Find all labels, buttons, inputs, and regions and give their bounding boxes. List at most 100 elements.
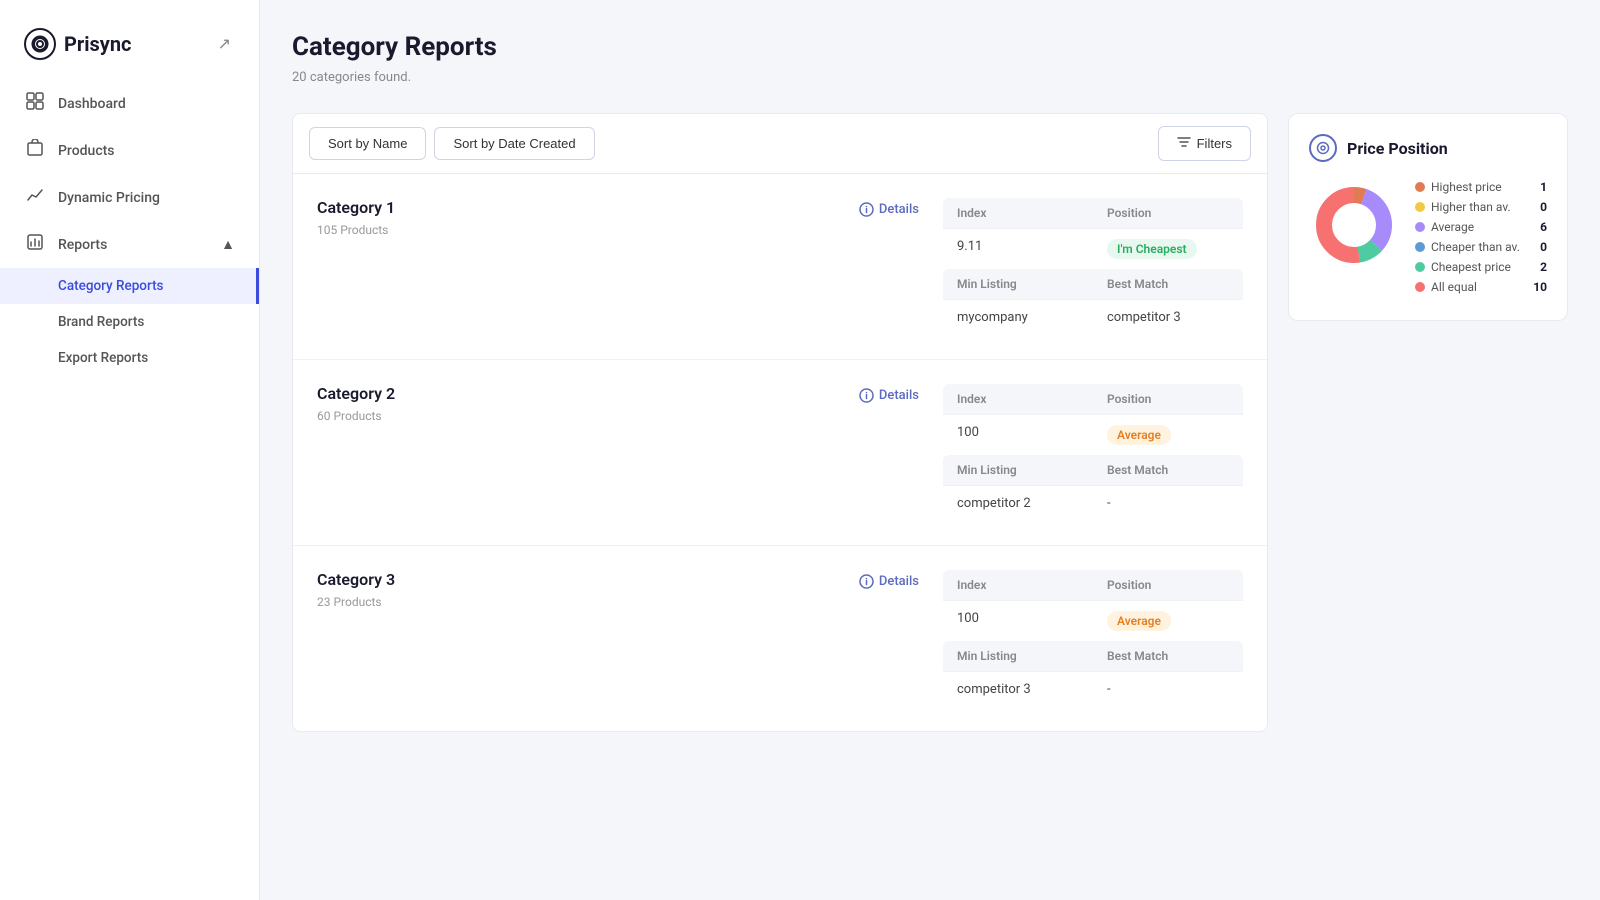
sidebar-item-category-reports-label: Category Reports [58, 278, 164, 294]
reports-sub-nav: Category Reports Brand Reports Export Re… [0, 268, 259, 376]
all-equal-value: 10 [1533, 280, 1547, 294]
cheapest-price-label: Cheapest price [1431, 260, 1511, 274]
category-1-position: I'm Cheapest [1093, 229, 1243, 269]
category-1-count: 105 Products [317, 223, 835, 237]
category-1-details-label: Details [879, 202, 919, 217]
category-3-table: Index Position 100 Average Min Listing [943, 570, 1243, 707]
index-header: Index [943, 198, 1093, 228]
cheaper-than-av-label: Cheaper than av. [1431, 240, 1520, 254]
products-icon [24, 139, 46, 162]
sidebar-item-export-reports[interactable]: Export Reports [0, 340, 259, 376]
min-listing-header: Min Listing [943, 269, 1093, 299]
categories-area: Category 1 105 Products Details Index Po… [292, 174, 1268, 732]
sidebar-item-export-reports-label: Export Reports [58, 350, 148, 366]
best-match-header-3: Best Match [1093, 641, 1243, 671]
category-3-name: Category 3 [317, 570, 835, 589]
min-listing-header-3: Min Listing [943, 641, 1093, 671]
highest-price-value: 1 [1540, 180, 1547, 194]
index-header-3: Index [943, 570, 1093, 600]
donut-chart [1309, 180, 1399, 270]
position-header-2: Position [1093, 384, 1243, 414]
filter-icon [1177, 135, 1191, 152]
category-1-min-listing: mycompany [943, 300, 1093, 335]
sidebar-item-reports-label: Reports [58, 237, 107, 253]
logo: Prisync ↗ [0, 0, 259, 80]
highest-price-label: Highest price [1431, 180, 1502, 194]
category-3-best-match: - [1093, 672, 1243, 707]
sidebar-collapse-button[interactable]: ↗ [214, 30, 235, 58]
category-1-table-header-2: Min Listing Best Match [943, 269, 1243, 299]
sort-by-name-button[interactable]: Sort by Name [309, 127, 426, 160]
sidebar-item-products[interactable]: Products [0, 127, 259, 174]
category-1-table: Index Position 9.11 I'm Cheapest Min Lis [943, 198, 1243, 335]
page-subtitle: 20 categories found. [292, 70, 1568, 85]
average-dot [1415, 222, 1425, 232]
highest-price-dot [1415, 182, 1425, 192]
all-equal-label: All equal [1431, 280, 1477, 294]
filter-button[interactable]: Filters [1158, 126, 1251, 161]
category-2-row-1: 100 Average [943, 414, 1243, 455]
cheaper-than-av-value: 0 [1540, 240, 1547, 254]
legend-item-highest: Highest price 1 [1415, 180, 1547, 194]
category-3-count: 23 Products [317, 595, 835, 609]
sort-by-date-button[interactable]: Sort by Date Created [434, 127, 594, 160]
sidebar-item-brand-reports[interactable]: Brand Reports [0, 304, 259, 340]
category-1-position-badge: I'm Cheapest [1107, 239, 1197, 259]
category-3-details-label: Details [879, 574, 919, 589]
reports-caret-icon: ▲ [221, 236, 235, 253]
average-value: 6 [1540, 220, 1547, 234]
category-card: Category 2 60 Products Details Index Pos… [293, 360, 1267, 546]
category-2-info: Category 2 60 Products [317, 384, 835, 423]
best-match-header: Best Match [1093, 269, 1243, 299]
donut-legend-row: Highest price 1 Higher than av. 0 [1309, 180, 1547, 300]
main-content: Category Reports 20 categories found. So… [260, 0, 1600, 900]
sidebar-item-dashboard-label: Dashboard [58, 96, 126, 112]
category-2-name: Category 2 [317, 384, 835, 403]
average-label: Average [1431, 220, 1474, 234]
sidebar-item-dynamic-pricing-label: Dynamic Pricing [58, 190, 160, 206]
category-3-index: 100 [943, 601, 1093, 641]
category-2-details-link[interactable]: Details [859, 384, 919, 403]
category-3-row-1: 100 Average [943, 600, 1243, 641]
index-header-2: Index [943, 384, 1093, 414]
position-header-3: Position [1093, 570, 1243, 600]
category-3-table-header-2: Min Listing Best Match [943, 641, 1243, 671]
filter-label: Filters [1197, 136, 1232, 151]
sidebar-item-dynamic-pricing[interactable]: Dynamic Pricing [0, 174, 259, 221]
sidebar-item-category-reports[interactable]: Category Reports [0, 268, 259, 304]
category-2-best-match: - [1093, 486, 1243, 521]
category-2-position: Average [1093, 415, 1243, 455]
main-row: Sort by Name Sort by Date Created Filter… [292, 113, 1568, 732]
category-1-row-1: 9.11 I'm Cheapest [943, 228, 1243, 269]
legend-item-all-equal: All equal 10 [1415, 280, 1547, 294]
category-2-table-header-2: Min Listing Best Match [943, 455, 1243, 485]
sidebar: Prisync ↗ Dashboard Products Dynamic Pri… [0, 0, 260, 900]
logo-text: Prisync [64, 32, 131, 56]
category-2-table-header: Index Position [943, 384, 1243, 414]
reports-icon [24, 233, 46, 256]
higher-than-av-label: Higher than av. [1431, 200, 1511, 214]
category-3-details-link[interactable]: Details [859, 570, 919, 589]
sidebar-item-reports[interactable]: Reports ▲ [0, 221, 259, 268]
best-match-header-2: Best Match [1093, 455, 1243, 485]
price-position-widget: Price Position [1288, 113, 1568, 321]
category-1-best-match: competitor 3 [1093, 300, 1243, 335]
min-listing-header-2: Min Listing [943, 455, 1093, 485]
category-1-table-header: Index Position [943, 198, 1243, 228]
category-2-details-label: Details [879, 388, 919, 403]
sidebar-item-brand-reports-label: Brand Reports [58, 314, 144, 330]
category-3-info: Category 3 23 Products [317, 570, 835, 609]
sidebar-item-dashboard[interactable]: Dashboard [0, 80, 259, 127]
category-3-table-header: Index Position [943, 570, 1243, 600]
dynamic-pricing-icon [24, 186, 46, 209]
category-2-count: 60 Products [317, 409, 835, 423]
category-2-table: Index Position 100 Average Min Listing [943, 384, 1243, 521]
toolbar: Sort by Name Sort by Date Created Filter… [292, 113, 1268, 174]
category-2-position-badge: Average [1107, 425, 1171, 445]
position-header: Position [1093, 198, 1243, 228]
page-title: Category Reports [292, 32, 1568, 62]
higher-than-av-dot [1415, 202, 1425, 212]
cheapest-price-value: 2 [1540, 260, 1547, 274]
category-2-min-listing: competitor 2 [943, 486, 1093, 521]
category-1-details-link[interactable]: Details [859, 198, 919, 217]
